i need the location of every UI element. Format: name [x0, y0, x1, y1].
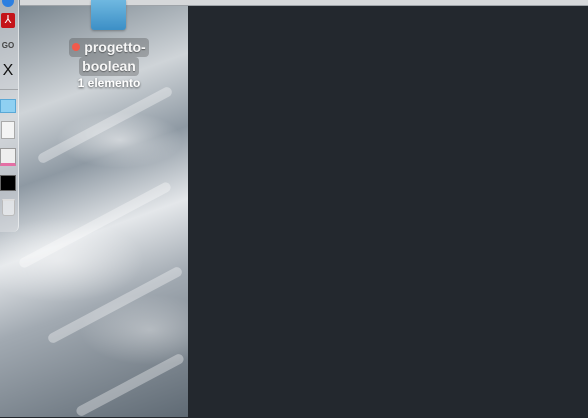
preview-icon[interactable] [0, 148, 16, 166]
safari-icon[interactable] [0, 0, 16, 10]
dock: ⅄ GO X [0, 0, 19, 232]
x-app-label: X [2, 62, 14, 79]
folder-name-line2: boolean [79, 57, 139, 76]
dock-separator [0, 89, 18, 90]
acrobat-reader-icon[interactable]: ⅄ [0, 11, 16, 29]
document-icon[interactable] [0, 121, 16, 139]
trash-icon[interactable] [0, 198, 16, 216]
red-tag-icon [72, 43, 81, 51]
go-app-icon[interactable]: GO [0, 37, 16, 55]
go-app-label: GO [1, 41, 15, 50]
folder-name-label[interactable]: progetto- boolean [65, 38, 153, 76]
folder-item-count: 1 elemento [77, 76, 141, 90]
app-window-content [188, 0, 588, 417]
x-icon[interactable]: X [0, 62, 16, 80]
folder-name-line1: progetto- [84, 39, 146, 55]
folder-icon[interactable] [91, 0, 126, 30]
terminal-icon[interactable] [0, 174, 16, 192]
mail-icon[interactable] [0, 97, 16, 115]
